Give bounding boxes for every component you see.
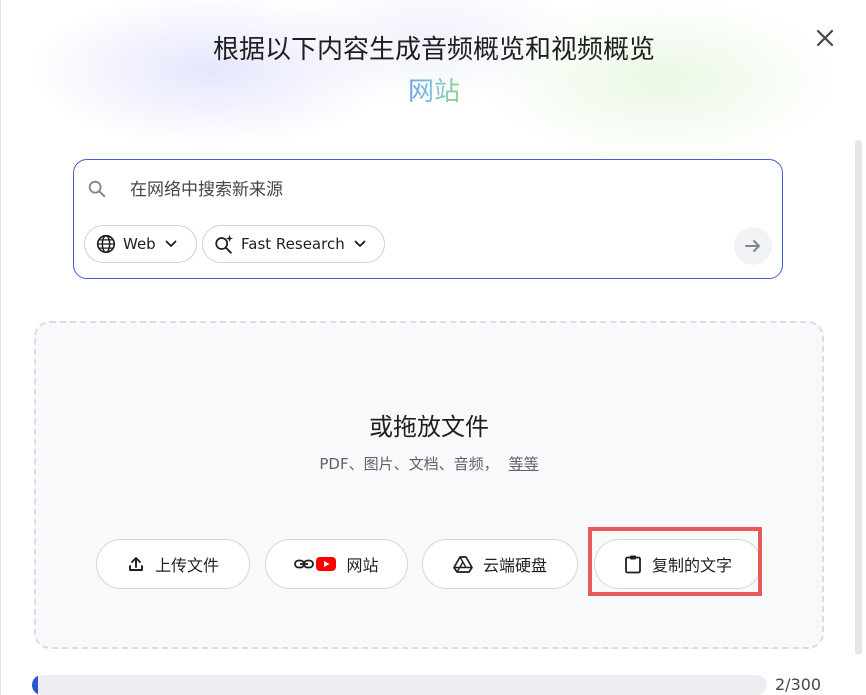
arrow-right-icon — [745, 240, 760, 252]
drop-zone-subtitle: PDF、图片、文档、音频， 等等 — [36, 453, 822, 474]
close-button[interactable] — [809, 22, 841, 54]
dialog-title-accent: 网站 — [1, 74, 866, 110]
search-input[interactable] — [128, 174, 732, 206]
copied-text-label: 复制的文字 — [651, 556, 732, 575]
upload-file-label: 上传文件 — [154, 556, 219, 575]
globe-icon — [96, 234, 116, 254]
upload-file-button[interactable]: 上传文件 — [96, 539, 250, 589]
youtube-icon — [316, 557, 337, 571]
copied-text-button[interactable]: 复制的文字 — [594, 539, 762, 589]
chevron-down-icon — [354, 240, 366, 247]
website-source-label: 网站 — [346, 556, 379, 575]
drive-source-label: 云端硬盘 — [482, 556, 547, 575]
drop-zone-title: 或拖放文件 — [369, 413, 489, 441]
source-type-dropdown[interactable]: Web — [84, 225, 197, 263]
search-submit-button[interactable] — [734, 227, 772, 265]
add-sources-dialog: 根据以下内容生成音频概览和视频概览 网站 Web — [0, 0, 866, 695]
chevron-down-icon — [165, 240, 177, 247]
file-drop-zone[interactable]: 或拖放文件 PDF、图片、文档、音频， 等等 上传文件 网站 云端硬盘 复制的文… — [34, 321, 824, 649]
drive-source-button[interactable]: 云端硬盘 — [422, 539, 578, 589]
upload-icon — [129, 557, 143, 571]
source-limit-progress — [32, 675, 767, 695]
research-mode-dropdown[interactable]: Fast Research — [202, 225, 385, 263]
sparkle-search-icon — [215, 234, 234, 254]
web-search-box: Web Fast Research — [73, 159, 783, 279]
source-count-text: 2/300 — [775, 675, 822, 694]
link-icon — [294, 559, 315, 569]
supported-types-text: PDF、图片、文档、音频， — [319, 455, 499, 473]
more-types-link[interactable]: 等等 — [509, 455, 539, 473]
scrollbar-thumb[interactable] — [855, 140, 862, 655]
research-mode-label: Fast Research — [241, 235, 345, 253]
source-type-label: Web — [123, 235, 156, 253]
website-source-button[interactable]: 网站 — [265, 539, 408, 589]
title-accent-text: 网站 — [407, 77, 460, 107]
search-icon — [88, 180, 106, 198]
clipboard-icon — [625, 555, 641, 574]
drive-icon — [453, 556, 473, 573]
close-icon — [816, 29, 834, 47]
source-limit-progress-fill — [32, 675, 38, 695]
dialog-title: 根据以下内容生成音频概览和视频概览 — [212, 35, 655, 65]
